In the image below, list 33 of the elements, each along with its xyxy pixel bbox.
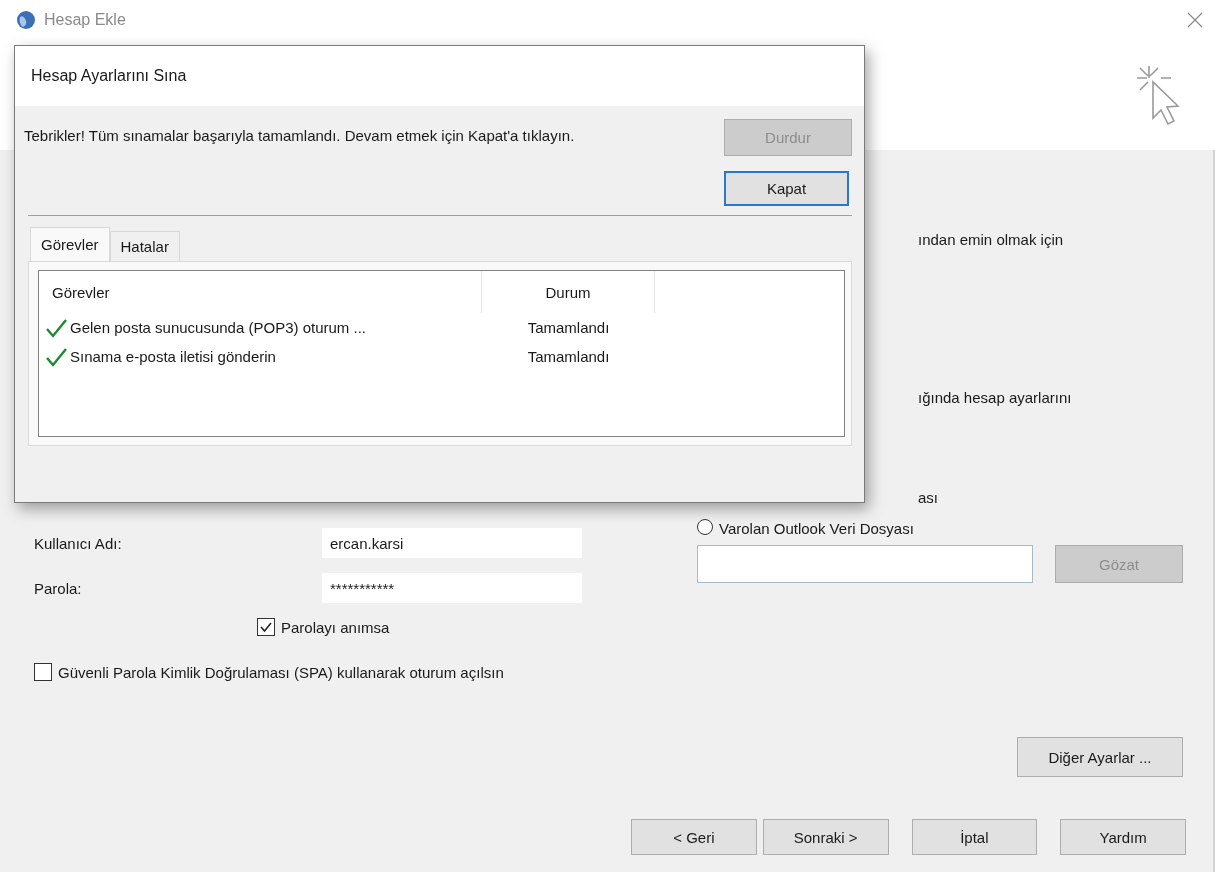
task-name: Gelen posta sunucusunda (POP3) oturum ... (70, 319, 366, 336)
task-status: Tamamlandı (526, 348, 611, 365)
field-label: Parola: (34, 579, 83, 597)
description-text: ığında hesap ayarlarını (918, 389, 1073, 406)
description-text: ından emin olmak için (918, 231, 1065, 248)
tab[interactable]: Hatalar (109, 231, 180, 261)
input-field[interactable]: ercan.karsi (322, 528, 582, 558)
window-title: Hesap Ekle (44, 11, 127, 29)
column-header[interactable]: Durum (482, 271, 655, 313)
file-path-field[interactable] (697, 545, 1033, 583)
footer-button[interactable]: İptal (911, 819, 1038, 855)
close-icon[interactable] (1187, 12, 1203, 28)
checkbox-label: Güvenli Parola Kimlik Doğrulaması (SPA) kullanarak oturum açılsın (58, 663, 504, 683)
dialog-button[interactable]: Kapat (724, 171, 849, 206)
footer-button[interactable]: Sonraki > (762, 819, 889, 855)
task-name: Sınama e-posta iletisi gönderin (70, 348, 276, 365)
column-header[interactable]: Görevler (39, 271, 482, 313)
footer-button[interactable]: Yardım (1060, 819, 1186, 855)
dialog-title: Hesap Ayarlarını Sına (15, 46, 864, 106)
checkbox[interactable] (34, 663, 52, 681)
task-status: Tamamlandı (526, 319, 611, 336)
radio-button[interactable] (697, 519, 713, 535)
footer-button[interactable]: < Geri (631, 819, 757, 855)
radio-label: Varolan Outlook Veri Dosyası (719, 519, 914, 539)
checkbox-label: Parolayı anımsa (281, 618, 390, 638)
field-label: Kullanıcı Adı: (34, 534, 123, 552)
more-settings-button[interactable]: Diğer Ayarlar ... (1017, 737, 1183, 777)
description-text: ası (918, 489, 939, 506)
globe-icon (16, 10, 36, 30)
checkbox[interactable] (257, 618, 275, 636)
input-field[interactable]: *********** (322, 573, 582, 603)
message-text: Tebrikler! Tüm sınamalar başarıyla tamamlandı. Devam etmek için Kapat'a tıklayın. (24, 126, 576, 146)
tab[interactable]: Görevler (30, 227, 110, 261)
